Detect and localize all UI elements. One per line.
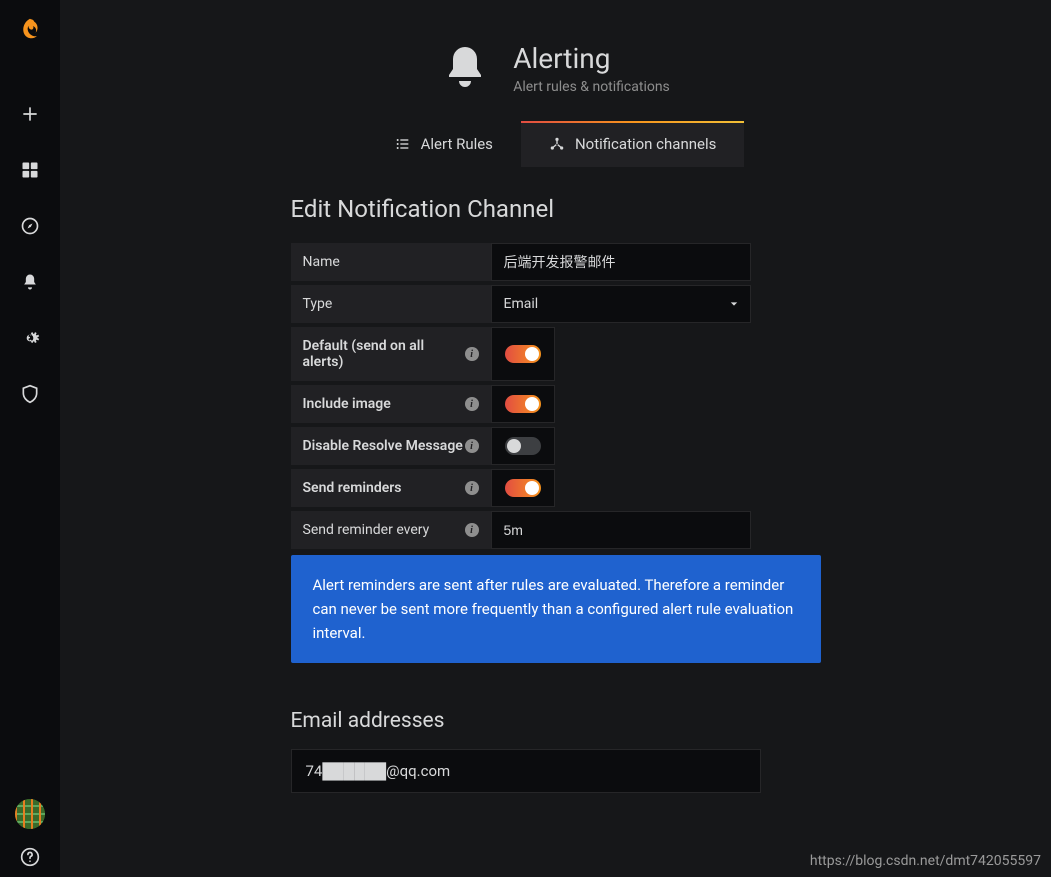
plus-icon[interactable] bbox=[20, 104, 40, 124]
emails-input[interactable]: 74██████@qq.com bbox=[291, 749, 761, 793]
dashboards-icon[interactable] bbox=[20, 160, 40, 180]
tab-label: Alert Rules bbox=[421, 135, 493, 153]
section-title: Edit Notification Channel bbox=[291, 195, 821, 223]
row-include-image: Include image i bbox=[291, 385, 821, 423]
help-icon[interactable] bbox=[20, 847, 40, 867]
interval-label: Send reminder every i bbox=[291, 511, 491, 549]
explore-icon[interactable] bbox=[20, 216, 40, 236]
include-image-toggle[interactable] bbox=[505, 395, 541, 413]
disable-resolve-label: Disable Resolve Message i bbox=[291, 427, 491, 465]
row-type: Type Email bbox=[291, 285, 821, 323]
disable-resolve-toggle[interactable] bbox=[505, 437, 541, 455]
watermark: https://blog.csdn.net/dmt742055597 bbox=[810, 853, 1041, 869]
row-default: Default (send on all alerts) i bbox=[291, 327, 821, 381]
include-image-label: Include image i bbox=[291, 385, 491, 423]
type-label: Type bbox=[291, 285, 491, 323]
main-content: Alerting Alert rules & notifications Ale… bbox=[60, 0, 1051, 877]
tabs: Alert Rules Notification channels bbox=[80, 121, 1031, 167]
type-select[interactable]: Email bbox=[491, 285, 751, 323]
row-interval: Send reminder every i bbox=[291, 511, 821, 549]
info-icon[interactable]: i bbox=[465, 481, 479, 495]
bell-icon bbox=[441, 43, 489, 95]
tab-label: Notification channels bbox=[575, 135, 716, 153]
row-send-reminders: Send reminders i bbox=[291, 469, 821, 507]
name-label: Name bbox=[291, 243, 491, 281]
send-reminders-label: Send reminders i bbox=[291, 469, 491, 507]
type-value: Email bbox=[492, 286, 718, 322]
list-icon bbox=[395, 136, 411, 152]
tab-alert-rules[interactable]: Alert Rules bbox=[367, 121, 521, 167]
page-title: Alerting bbox=[513, 42, 670, 75]
info-icon[interactable]: i bbox=[465, 397, 479, 411]
page-header: Alerting Alert rules & notifications bbox=[80, 42, 1031, 95]
send-reminders-toggle[interactable] bbox=[505, 479, 541, 497]
nav-rail bbox=[0, 0, 60, 877]
info-box: Alert reminders are sent after rules are… bbox=[291, 555, 821, 663]
interval-input[interactable] bbox=[491, 511, 751, 549]
info-icon[interactable]: i bbox=[465, 523, 479, 537]
tab-notification-channels[interactable]: Notification channels bbox=[521, 121, 744, 167]
emails-heading: Email addresses bbox=[291, 709, 821, 733]
info-icon[interactable]: i bbox=[465, 347, 479, 361]
default-toggle[interactable] bbox=[505, 345, 541, 363]
row-disable-resolve: Disable Resolve Message i bbox=[291, 427, 821, 465]
shield-icon[interactable] bbox=[20, 384, 40, 404]
emails-section: Email addresses 74██████@qq.com bbox=[291, 709, 821, 793]
grafana-logo-icon[interactable] bbox=[16, 16, 44, 44]
row-name: Name bbox=[291, 243, 821, 281]
chevron-down-icon bbox=[718, 296, 750, 312]
page-subtitle: Alert rules & notifications bbox=[513, 79, 670, 95]
default-label: Default (send on all alerts) i bbox=[291, 327, 491, 381]
share-icon bbox=[549, 136, 565, 152]
settings-icon[interactable] bbox=[20, 328, 40, 348]
info-icon[interactable]: i bbox=[465, 439, 479, 453]
alerting-icon[interactable] bbox=[20, 272, 40, 292]
avatar[interactable] bbox=[15, 799, 45, 829]
name-input[interactable] bbox=[491, 243, 751, 281]
